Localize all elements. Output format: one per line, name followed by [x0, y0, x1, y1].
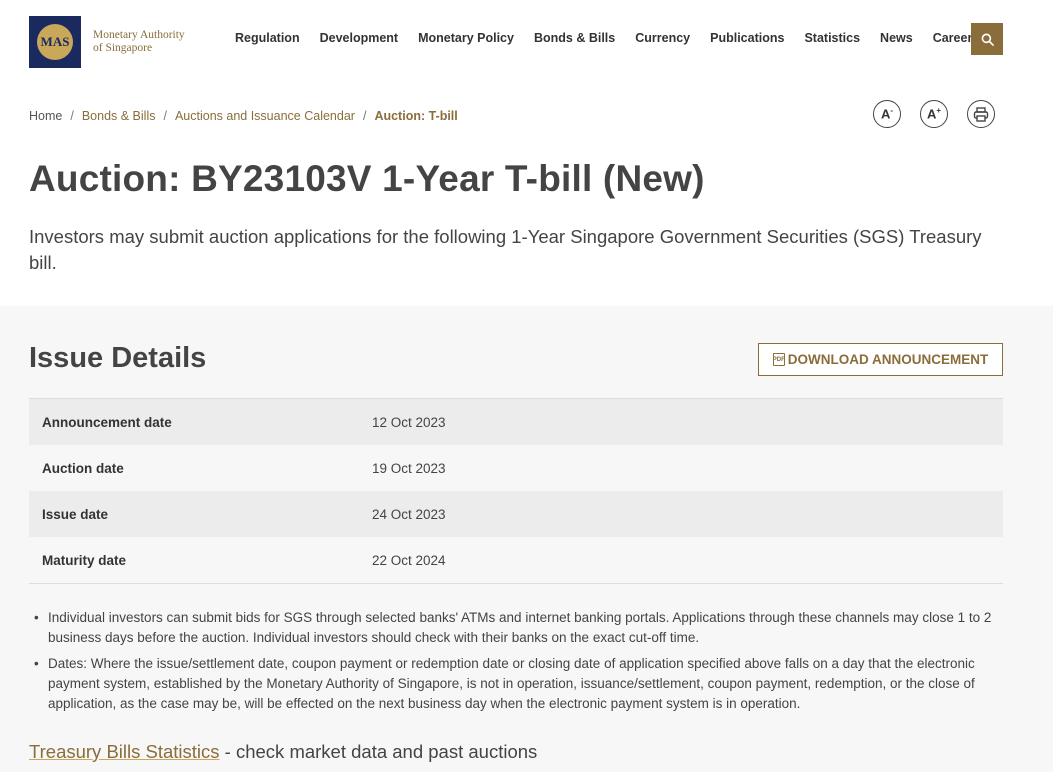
logo-line-1: Monetary Authority — [93, 29, 185, 41]
issue-details-section: Issue Details PDF DOWNLOAD ANNOUNCEMENT … — [0, 306, 1053, 772]
breadcrumb-separator: / — [362, 109, 367, 123]
print-button[interactable] — [967, 100, 995, 128]
nav-news[interactable]: News — [880, 31, 913, 45]
row-value: 24 Oct 2023 — [372, 506, 446, 522]
stats-suffix: - check market data and past auctions — [219, 741, 538, 762]
nav-publications[interactable]: Publications — [710, 31, 784, 45]
stats-line: Treasury Bills Statistics - check market… — [29, 741, 537, 763]
list-item: Individual investors can submit bids for… — [29, 608, 1009, 648]
breadcrumb-auctions-calendar[interactable]: Auctions and Issuance Calendar — [175, 109, 355, 123]
list-item: Dates: Where the issue/settlement date, … — [29, 654, 1009, 714]
download-announcement-label: DOWNLOAD ANNOUNCEMENT — [787, 352, 989, 367]
mas-logo[interactable]: MAS Monetary Authority of Singapore — [29, 16, 185, 68]
page-subtitle: Investors may submit auction application… — [29, 226, 982, 273]
printer-icon — [973, 106, 989, 122]
logo-seal: MAS — [37, 24, 73, 60]
row-label: Announcement date — [42, 414, 172, 430]
breadcrumb-separator: / — [163, 109, 167, 123]
decrease-font-button[interactable]: A- — [873, 100, 901, 128]
treasury-bills-statistics-link[interactable]: Treasury Bills Statistics — [29, 741, 220, 762]
table-row: Auction date 19 Oct 2023 — [29, 445, 1003, 491]
logo-text: Monetary Authority of Singapore — [93, 29, 185, 55]
breadcrumb: Home / Bonds & Bills / Auctions and Issu… — [29, 109, 458, 123]
row-label: Maturity date — [42, 552, 127, 568]
nav-regulation[interactable]: Regulation — [235, 31, 300, 45]
main-nav: Regulation Development Monetary Policy B… — [235, 31, 999, 45]
font-decrease-icon: A- — [880, 106, 894, 122]
nav-currency[interactable]: Currency — [635, 31, 690, 45]
increase-font-button[interactable]: A+ — [920, 100, 948, 128]
row-value: 12 Oct 2023 — [372, 414, 446, 430]
issue-details-table: Announcement date 12 Oct 2023 Auction da… — [29, 398, 1003, 584]
breadcrumb-current: Auction: T-bill — [374, 109, 458, 123]
nav-bonds-bills[interactable]: Bonds & Bills — [534, 31, 615, 45]
table-row: Announcement date 12 Oct 2023 — [29, 399, 1003, 445]
search-button[interactable] — [971, 23, 1003, 55]
row-label: Auction date — [42, 460, 124, 476]
site-header: MAS Monetary Authority of Singapore Regu… — [0, 0, 1053, 80]
font-increase-icon: A+ — [926, 106, 942, 122]
issue-details-title: Issue Details — [29, 342, 207, 374]
logo-line-2: of Singapore — [93, 42, 153, 54]
row-label: Issue date — [42, 506, 109, 522]
breadcrumb-separator: / — [70, 109, 74, 123]
row-value: 19 Oct 2023 — [372, 460, 446, 476]
page-tools: A- A+ — [873, 100, 1014, 128]
table-row: Issue date 24 Oct 2023 — [29, 491, 1003, 537]
breadcrumb-home[interactable]: Home — [29, 109, 62, 123]
nav-statistics[interactable]: Statistics — [804, 31, 860, 45]
table-row: Maturity date 22 Oct 2024 — [29, 537, 1003, 583]
search-icon — [981, 33, 994, 46]
notes-list: Individual investors can submit bids for… — [29, 608, 1009, 720]
pdf-icon: PDF — [772, 353, 785, 366]
breadcrumb-bonds-bills[interactable]: Bonds & Bills — [82, 109, 156, 123]
logo-emblem: MAS — [29, 16, 81, 68]
nav-monetary-policy[interactable]: Monetary Policy — [418, 31, 514, 45]
download-announcement-button[interactable]: PDF DOWNLOAD ANNOUNCEMENT — [758, 343, 1003, 376]
page-title: Auction: BY23103V 1-Year T-bill (New) — [29, 158, 705, 199]
nav-development[interactable]: Development — [320, 31, 399, 45]
row-value: 22 Oct 2024 — [372, 552, 446, 568]
